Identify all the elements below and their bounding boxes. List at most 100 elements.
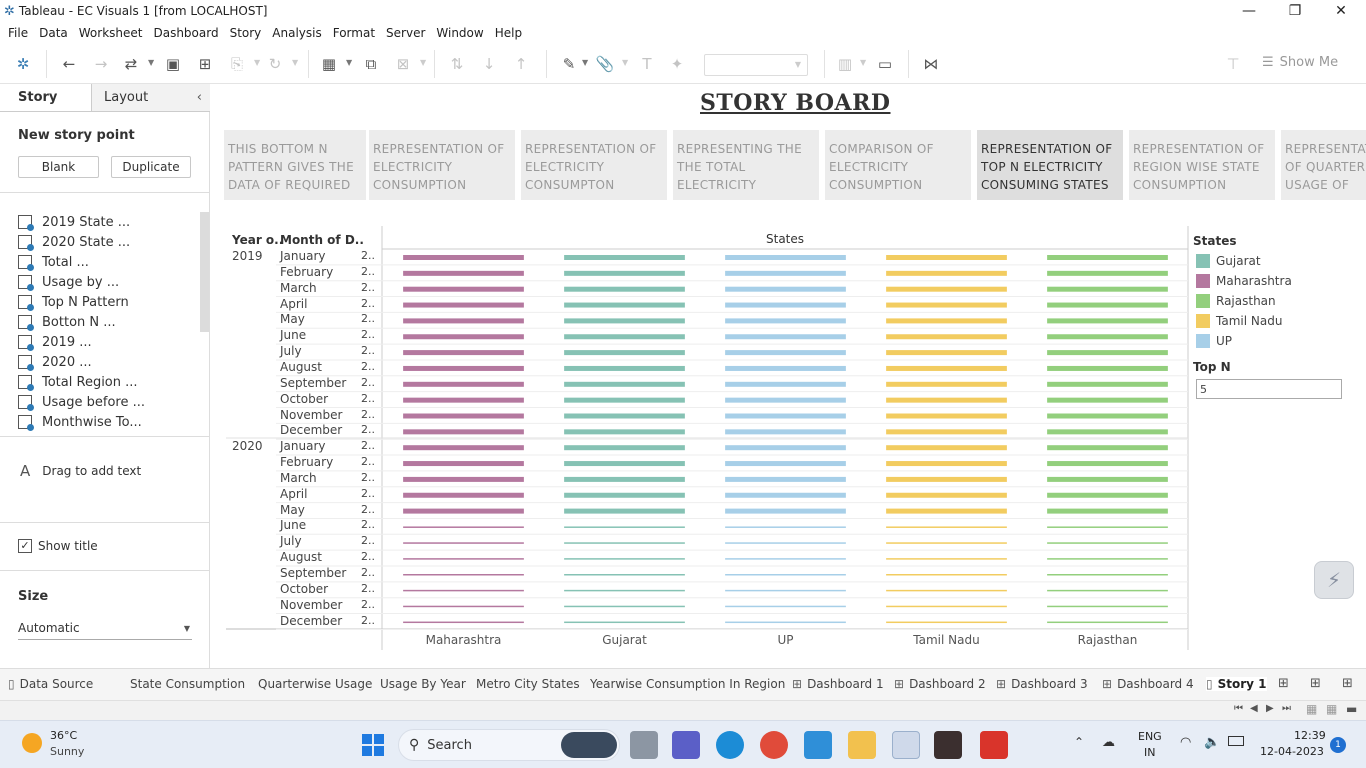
sheet-tab[interactable]: ▯ Data Source <box>8 677 93 691</box>
bar-maharashtra[interactable] <box>403 270 524 276</box>
bar-gujarat[interactable] <box>564 255 685 260</box>
wps-icon[interactable] <box>980 731 1008 759</box>
assistant-button[interactable]: ⚡ <box>1314 561 1354 599</box>
story-point-4[interactable]: REPRESENTING THE THE TOTAL ELECTRICITY <box>673 130 819 200</box>
legend-item[interactable]: Tamil Nadu <box>1196 314 1282 328</box>
replace-data-icon[interactable]: ⇄ <box>120 54 142 74</box>
bar-rajasthan[interactable] <box>1047 589 1168 592</box>
bar-rajasthan[interactable] <box>1047 508 1168 514</box>
bar-tamil-nadu[interactable] <box>886 574 1007 576</box>
bar-gujarat[interactable] <box>564 574 685 576</box>
store-icon[interactable] <box>804 731 832 759</box>
month-label[interactable]: December <box>280 614 342 628</box>
menu-analysis[interactable]: Analysis <box>272 26 321 40</box>
bar-up[interactable] <box>725 542 846 544</box>
tab-layout[interactable]: Layout ‹ <box>92 84 210 112</box>
bar-rajasthan[interactable] <box>1047 476 1168 482</box>
bar-rajasthan[interactable] <box>1047 605 1168 608</box>
bar-up[interactable] <box>725 508 846 514</box>
month-label[interactable]: August <box>280 550 322 564</box>
bar-rajasthan[interactable] <box>1047 461 1168 467</box>
next-sheet-icon[interactable]: ▶ <box>1266 703 1274 714</box>
bar-tamil-nadu[interactable] <box>886 381 1007 387</box>
minimize-button[interactable]: — <box>1226 0 1272 22</box>
bar-maharashtra[interactable] <box>403 445 524 451</box>
first-sheet-icon[interactable]: ⏮ <box>1234 703 1243 714</box>
bar-maharashtra[interactable] <box>403 558 524 560</box>
story-sheet-item[interactable]: Top N Pattern <box>18 292 129 312</box>
states-header[interactable]: States <box>766 232 804 246</box>
year-label[interactable]: 2019 <box>232 249 263 263</box>
menu-help[interactable]: Help <box>495 26 522 40</box>
bar-up[interactable] <box>725 589 846 592</box>
sheet-tab[interactable]: Quarterwise Usage <box>258 677 372 691</box>
story-sheet-item[interactable]: Usage by ... <box>18 272 119 292</box>
taskbar-search[interactable]: ⚲ Search <box>398 729 620 761</box>
story-point-7[interactable]: REPRESENTATION OF REGION WISE STATE CONS… <box>1129 130 1275 200</box>
bar-up[interactable] <box>725 558 846 560</box>
bar-rajasthan[interactable] <box>1047 429 1168 435</box>
month-label[interactable]: October <box>280 582 328 596</box>
bar-maharashtra[interactable] <box>403 542 524 544</box>
month-label[interactable]: January <box>280 439 326 453</box>
month-label[interactable]: July <box>280 344 302 358</box>
story-sheet-item[interactable]: Total ... <box>18 252 89 272</box>
story-sheet-item[interactable]: Usage before ... <box>18 392 145 412</box>
refresh-icon[interactable]: ↻ <box>264 54 286 74</box>
bar-tamil-nadu[interactable] <box>886 255 1007 260</box>
bar-maharashtra[interactable] <box>403 492 524 498</box>
sort-descending-icon[interactable]: ↑ <box>510 54 532 74</box>
prev-sheet-icon[interactable]: ◀ <box>1250 703 1258 714</box>
bar-maharashtra[interactable] <box>403 286 524 292</box>
sheet-tab[interactable]: Yearwise Consumption In Region <box>590 677 785 691</box>
bar-rajasthan[interactable] <box>1047 365 1168 371</box>
clock-date[interactable]: 12-04-2023 <box>1260 745 1324 758</box>
battery-icon[interactable] <box>1228 736 1244 746</box>
topn-input[interactable] <box>1196 379 1342 399</box>
bar-rajasthan[interactable] <box>1047 574 1168 576</box>
sheet-tab[interactable]: ⊞ Dashboard 1 <box>792 677 884 691</box>
month-label[interactable]: February <box>280 265 333 279</box>
file-explorer-icon[interactable] <box>848 731 876 759</box>
new-story-tab-icon[interactable]: ⊞ <box>1342 676 1353 691</box>
bar-gujarat[interactable] <box>564 286 685 292</box>
story-sheet-item[interactable]: Botton N ... <box>18 312 116 332</box>
bar-tamil-nadu[interactable] <box>886 508 1007 514</box>
bar-gujarat[interactable] <box>564 365 685 371</box>
bar-maharashtra[interactable] <box>403 429 524 435</box>
menu-server[interactable]: Server <box>386 26 425 40</box>
bar-rajasthan[interactable] <box>1047 558 1168 560</box>
bar-up[interactable] <box>725 605 846 608</box>
new-worksheet-tab-icon[interactable]: ⊞ <box>1278 676 1289 691</box>
bar-rajasthan[interactable] <box>1047 542 1168 544</box>
bar-tamil-nadu[interactable] <box>886 461 1007 467</box>
wifi-icon[interactable]: ◠ <box>1180 735 1191 750</box>
menu-dashboard[interactable]: Dashboard <box>153 26 218 40</box>
story-point-8[interactable]: REPRESENTATION OF QUARTER USAGE OF <box>1281 130 1366 200</box>
bar-gujarat[interactable] <box>564 508 685 514</box>
bar-maharashtra[interactable] <box>403 302 524 308</box>
menu-format[interactable]: Format <box>333 26 375 40</box>
bar-rajasthan[interactable] <box>1047 334 1168 340</box>
chevron-up-icon[interactable]: ⌃ <box>1074 735 1084 749</box>
bar-maharashtra[interactable] <box>403 350 524 356</box>
menu-window[interactable]: Window <box>436 26 483 40</box>
bar-tamil-nadu[interactable] <box>886 526 1007 528</box>
story-sheet-item[interactable]: 2020 State ... <box>18 232 130 252</box>
legend-item[interactable]: Maharashtra <box>1196 274 1292 288</box>
story-sheet-item[interactable]: Total Region ... <box>18 372 138 392</box>
blank-button[interactable]: Blank <box>18 156 99 178</box>
bar-up[interactable] <box>725 365 846 371</box>
bar-gujarat[interactable] <box>564 350 685 356</box>
month-label[interactable]: September <box>280 566 346 580</box>
year-header[interactable]: Year o.. <box>232 233 283 247</box>
weather-tray-icon[interactable]: ☁ <box>1102 735 1115 750</box>
bar-gujarat[interactable] <box>564 397 685 403</box>
bar-maharashtra[interactable] <box>403 255 524 260</box>
bar-gujarat[interactable] <box>564 589 685 592</box>
labels-icon[interactable]: T <box>636 54 658 74</box>
column-label[interactable]: Gujarat <box>544 633 705 647</box>
new-datasource-icon[interactable]: ⊞ <box>194 54 216 74</box>
bar-rajasthan[interactable] <box>1047 397 1168 403</box>
chrome-icon[interactable] <box>760 731 788 759</box>
